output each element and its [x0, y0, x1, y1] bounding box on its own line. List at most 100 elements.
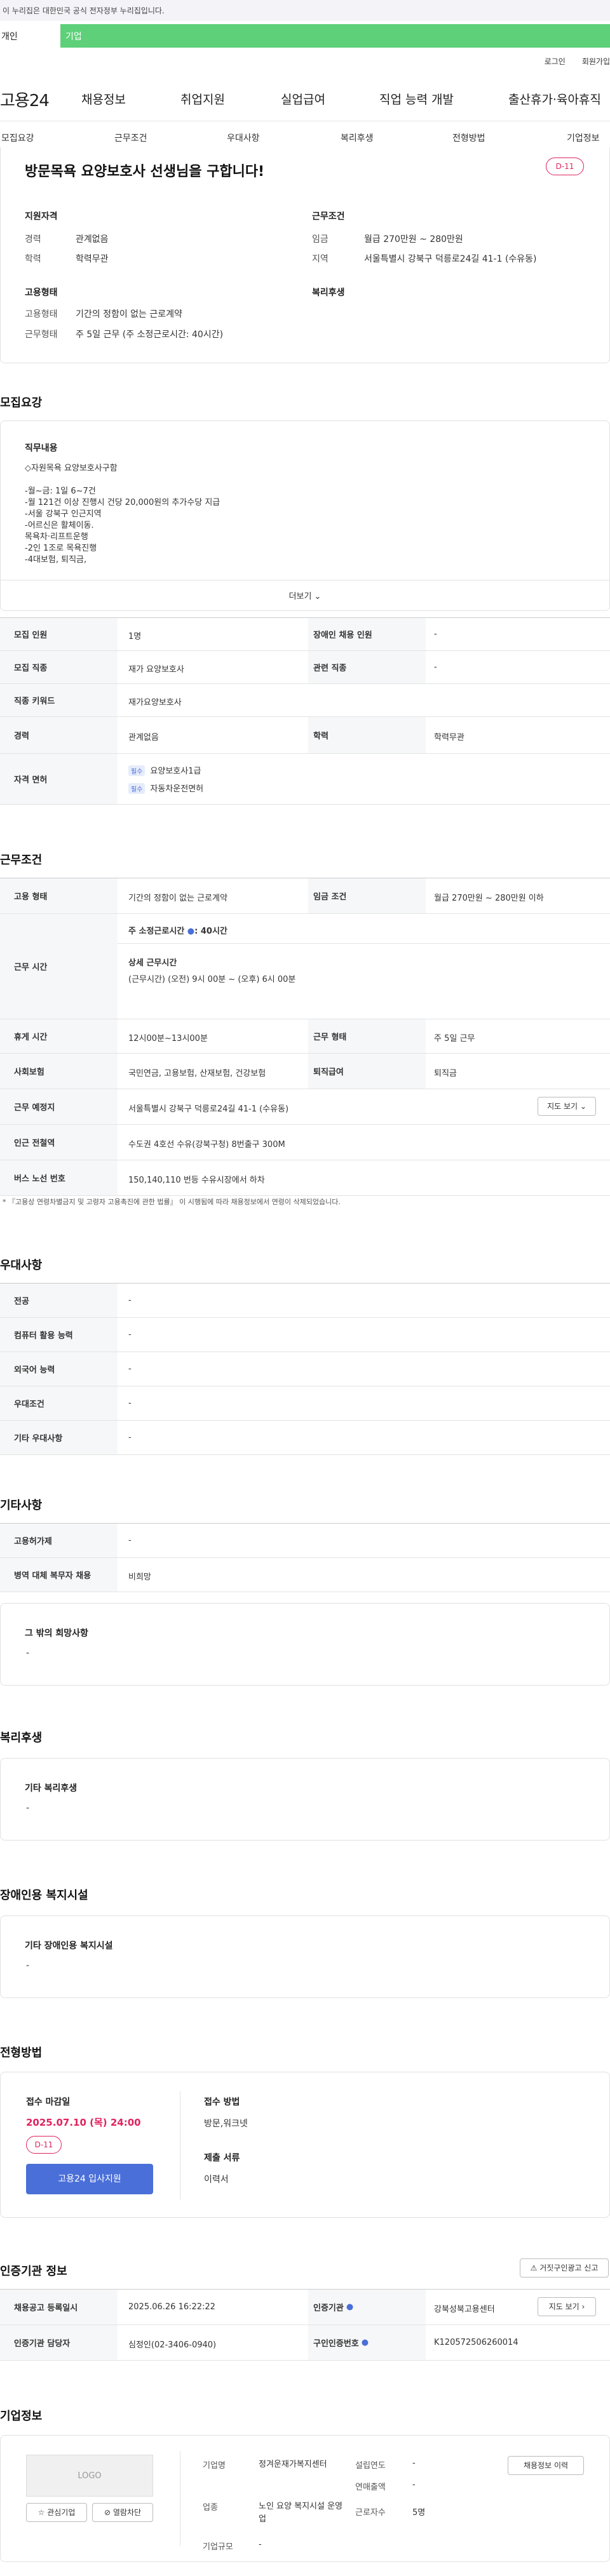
row-label: 채용공고 등록일시	[0, 2290, 118, 2324]
more-button[interactable]: 더보기 ⌄	[1, 580, 609, 610]
agency-map-button[interactable]: 지도 보기 ›	[538, 2297, 596, 2316]
company-heading: 기업정보	[0, 2410, 43, 2423]
tab-selection[interactable]: 전형방법	[452, 131, 485, 144]
duty-card: 직무내용 ◇자원목욕 요양보호사구함 -월~금: 1일 6~7건 -월 121건 이…	[0, 420, 610, 611]
edu-value: 학력무관	[76, 254, 109, 264]
row-label: 사회보험	[0, 1054, 118, 1089]
tab-recruit[interactable]: 모집요강	[1, 131, 34, 144]
sales-value: -	[412, 2480, 416, 2490]
career-label: 경력	[25, 234, 41, 245]
tab-condition[interactable]: 근무조건	[114, 131, 147, 144]
recruit-heading: 모집요강	[0, 396, 43, 410]
main-menu: 채용정보 취업지원 실업급여 직업 능력 개발 출산휴가·육아휴직	[0, 90, 610, 109]
row-label: 인증기관 ●	[308, 2290, 426, 2324]
wage-value: 월급 270만원 ~ 280만원	[364, 234, 463, 245]
emp-value: 5명	[412, 2508, 426, 2518]
duty-content: ◇자원목욕 요양보호사구함 -월~금: 1일 6~7건 -월 121건 이상 진행시…	[25, 463, 220, 566]
job-summary-card: 방문목욕 요양보호사 선생님을 구합니다! D-11 지원자격 경력 관계없음 …	[0, 147, 610, 363]
wage-label: 임금	[312, 234, 329, 245]
block-button[interactable]: ⊘ 열람차단	[92, 2503, 153, 2522]
row-value: 학력무관	[434, 733, 464, 742]
star-icon: ☆	[37, 2508, 45, 2517]
tab-personal[interactable]: 개인	[0, 21, 60, 50]
apply-button[interactable]: 고용24 입사지원	[26, 2164, 153, 2194]
info-icon: ●	[361, 2338, 369, 2347]
row-value: 비희망	[128, 1573, 151, 1582]
info-icon: ●	[346, 2302, 354, 2312]
deadline-value: 2025.07.10 (목) 24:00	[26, 2117, 141, 2128]
row-label: 장애인 채용 인원	[308, 618, 426, 650]
duty-line: ◇자원목욕 요양보호사구함	[25, 464, 118, 473]
duty-line: -2인 1조로 목욕진행	[25, 544, 97, 553]
row-value: 심정인(02-3406-0940)	[128, 2340, 217, 2350]
etc-heading: 기타사항	[0, 1499, 43, 1512]
menu-support[interactable]: 취업지원	[180, 90, 225, 107]
row-value: 퇴직금	[434, 1069, 457, 1078]
row-label: 직종 키워드	[0, 684, 118, 716]
fav-button[interactable]: ☆ 관심기업	[26, 2503, 87, 2522]
tab-welfare[interactable]: 복리후생	[341, 131, 374, 144]
user-type-bar: 개인 기업	[0, 21, 610, 50]
menu-training[interactable]: 직업 능력 개발	[379, 90, 454, 107]
duty-line: -서울 강북구 인근지역	[25, 509, 102, 519]
company-name: 정겨운재가복지센터	[259, 2460, 327, 2469]
tab-company[interactable]: 기업정보	[567, 131, 600, 144]
tab-preference[interactable]: 우대사항	[227, 131, 260, 144]
area-value: 서울특별시 강북구 덕릉로24길 41-1 (수유동)	[364, 254, 537, 264]
row-label: 외국어 능력	[0, 1352, 118, 1386]
row-label: 관련 직종	[308, 651, 426, 683]
row-value: -	[128, 1364, 132, 1374]
duty-line: -월 121건 이상 진행시 건당 20,000원의 추가수당 지급	[25, 498, 220, 507]
size-value: -	[259, 2540, 262, 2549]
row-label: 임금 조건	[308, 878, 426, 913]
disab-card: 기타 장애인용 복지시설 -	[0, 1915, 610, 1998]
sales-label: 연매출액	[355, 2483, 386, 2492]
pref-heading: 우대사항	[0, 1259, 43, 1272]
row-label: 컴퓨터 활용 능력	[0, 1318, 118, 1352]
section-tabs: 모집요강 근무조건 우대사항 복리후생 전형방법 기업정보	[0, 121, 610, 151]
row-label: 구인인증번호 ●	[308, 2325, 426, 2360]
map-button[interactable]: 지도 보기 ⌄	[538, 1097, 596, 1116]
menu-benefit[interactable]: 실업급여	[281, 90, 325, 107]
sel-heading: 전형방법	[0, 2046, 43, 2060]
emp-label: 근로자수	[355, 2508, 386, 2518]
row-label: 전공	[0, 1284, 118, 1317]
size-label: 기업규모	[203, 2542, 233, 2552]
worktype-label: 근무형태	[25, 330, 58, 340]
detail-time: (근무시간) (오전) 9시 00분 ~ (오후) 6시 00분	[128, 975, 296, 984]
ind-label: 업종	[203, 2503, 218, 2512]
welfare-subtitle: 기타 복리후생	[25, 1783, 78, 1794]
year-value: -	[412, 2459, 416, 2468]
sel-card: 접수 마감일 2025.07.10 (목) 24:00 D-11 고용24 입사…	[0, 2072, 610, 2218]
gov-banner: 이 누리집은 대한민국 공식 전자정부 누리집입니다.	[0, 0, 610, 21]
method-value: 방문,워크넷	[204, 2119, 248, 2129]
row-label: 근무 예정지	[0, 1089, 118, 1124]
recruit-table: 모집 인원 1명 장애인 채용 인원 - 모집 직종 재가 요양보호사 관련 직종 - 직종…	[0, 617, 610, 805]
row-label: 기타 우대사항	[0, 1421, 118, 1454]
menu-leave[interactable]: 출산휴가·육아휴직	[508, 90, 601, 107]
row-value: 12시00분~13시00분	[128, 1034, 208, 1043]
hope-value: -	[26, 1648, 30, 1658]
duty-line: -4대보험, 퇴직금,	[25, 555, 87, 565]
dday-badge: D-11	[546, 158, 584, 175]
report-button[interactable]: ⚠ 거짓구인광고 신고	[520, 2258, 609, 2277]
row-value: -	[128, 1330, 132, 1339]
row-label: 우대조건	[0, 1386, 118, 1420]
duty-line	[25, 474, 220, 486]
tab-company[interactable]: 기업	[60, 24, 610, 48]
welfare-card: 기타 복리후생 -	[0, 1758, 610, 1841]
row-value: 관계없음	[128, 733, 159, 742]
detail-title: 상세 근무시간	[128, 958, 177, 968]
history-button[interactable]: 채용정보 이력	[508, 2456, 584, 2475]
cond-heading: 근무조건	[0, 854, 43, 867]
row-value: -	[434, 629, 437, 639]
signup-link[interactable]: 회원가입	[582, 57, 610, 66]
row-value: 월급 270만원 ~ 280만원 이하	[434, 894, 544, 903]
disab-heading: 장애인용 복지시설	[0, 1889, 88, 1902]
menu-jobs[interactable]: 채용정보	[81, 90, 126, 107]
row-value: 1명	[128, 632, 142, 641]
row-value: 2025.06.26 16:22:22	[128, 2302, 215, 2312]
emptype-value: 기간의 정함이 없는 근로계약	[76, 309, 182, 319]
login-link[interactable]: 로그인	[545, 57, 566, 66]
row-label: 학력	[308, 717, 426, 753]
